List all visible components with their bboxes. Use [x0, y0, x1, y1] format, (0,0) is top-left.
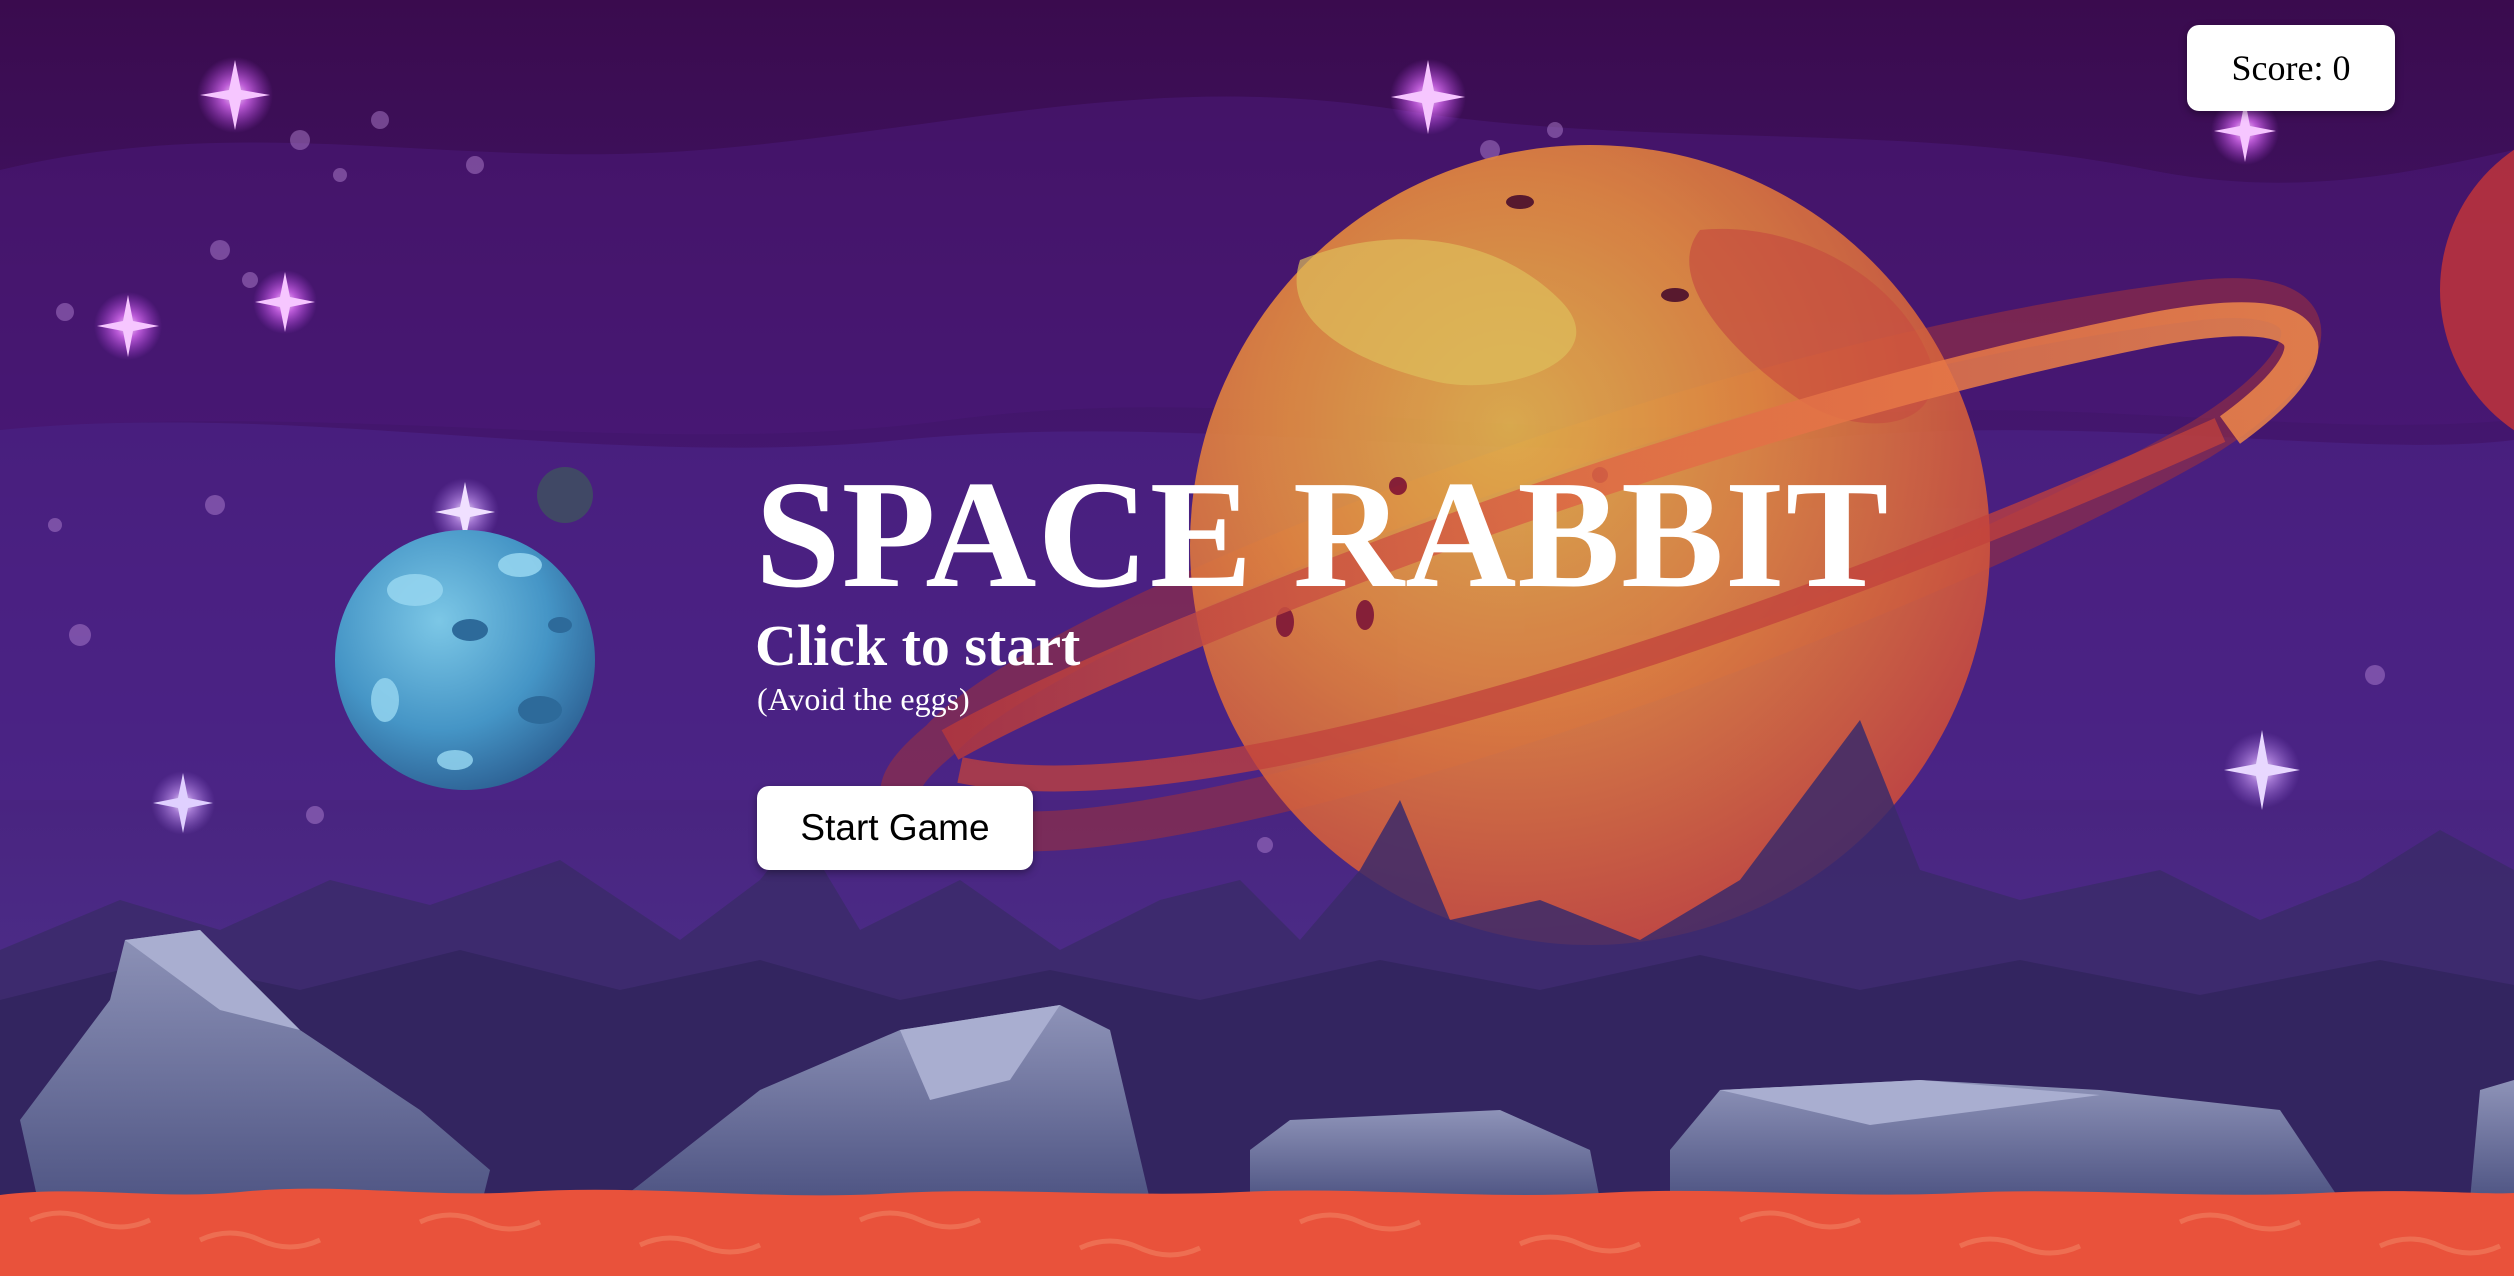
hint-text: (Avoid the eggs) [757, 681, 970, 717]
start-prompt: Click to start [755, 613, 1081, 678]
game-title: SPACE RABBIT [755, 450, 1890, 620]
title-block: SPACE RABBIT Click to start (Avoid the e… [755, 455, 1889, 717]
lava-ground [0, 1188, 2514, 1276]
score-display: Score: 0 [2187, 25, 2395, 111]
start-game-button[interactable]: Start Game [757, 786, 1033, 870]
game-screen[interactable]: Score: 0 SPACE RABBIT Click to start (Av… [0, 0, 2514, 1276]
score-text: Score: 0 [2231, 48, 2351, 88]
